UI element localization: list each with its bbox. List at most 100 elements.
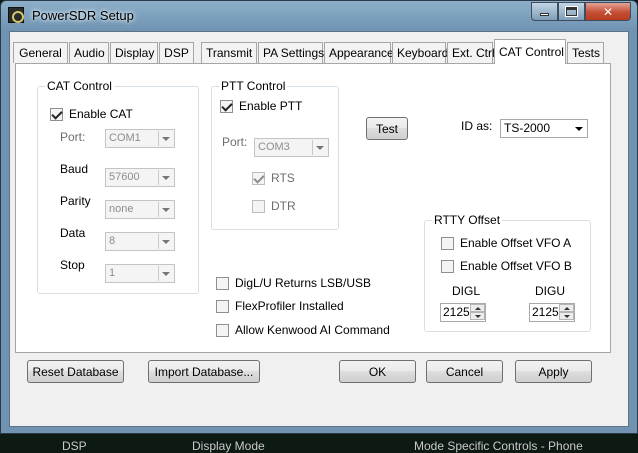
dialog-client-area: General Audio Display DSP Transmit PA Se… xyxy=(9,31,629,427)
tab-audio[interactable]: Audio xyxy=(69,42,109,63)
ptt-port-value: COM3 xyxy=(258,141,290,153)
digu-spinner[interactable]: 2125 xyxy=(529,303,575,322)
flexprofiler-checkbox-box xyxy=(216,299,229,313)
maximize-button[interactable] xyxy=(558,2,585,21)
rtty-offset-group: RTTY Offset Enable Offset VFO A Enable O… xyxy=(424,213,591,332)
digl-label: DIGL xyxy=(452,284,481,298)
ptt-port-select[interactable]: COM3 xyxy=(254,138,329,157)
background-mode-controls-label: Mode Specific Controls - Phone xyxy=(414,439,583,453)
cat-baud-value: 57600 xyxy=(109,171,140,183)
cat-data-chevron-down-icon xyxy=(158,234,173,249)
import-database-button[interactable]: Import Database... xyxy=(148,360,260,383)
digl-value: 2125 xyxy=(443,305,470,319)
powersdr-app-icon xyxy=(8,7,24,23)
tab-keyboard[interactable]: Keyboard xyxy=(392,42,448,63)
cat-port-label: Port: xyxy=(60,130,86,144)
cat-stop-label: Stop xyxy=(60,258,85,272)
digl-up-arrow-icon[interactable] xyxy=(470,304,485,312)
kenwood-ai-checkbox-box xyxy=(216,323,229,337)
dtr-label: DTR xyxy=(271,199,296,213)
minimize-button[interactable] xyxy=(531,2,558,21)
vfo-b-label: Enable Offset VFO B xyxy=(460,259,572,273)
ptt-control-group: PTT Control Enable PTT Port: COM3 RTS DT… xyxy=(211,79,339,230)
id-as-select[interactable]: TS-2000 xyxy=(500,119,588,138)
cat-parity-label: Parity xyxy=(60,194,91,208)
ptt-control-group-title: PTT Control xyxy=(219,79,288,93)
cancel-button[interactable]: Cancel xyxy=(426,360,503,383)
cat-port-select[interactable]: COM1 xyxy=(105,129,175,148)
digl-down-arrow-icon[interactable] xyxy=(470,312,485,320)
cat-stop-select[interactable]: 1 xyxy=(105,264,175,283)
close-icon: ✕ xyxy=(602,4,614,19)
window-title: PowerSDR Setup xyxy=(32,8,134,23)
dtr-checkbox-box xyxy=(252,199,265,213)
test-button[interactable]: Test xyxy=(366,117,408,140)
cat-parity-select[interactable]: none xyxy=(105,200,175,219)
cat-parity-value: none xyxy=(109,203,134,215)
tab-cat-control[interactable]: CAT Control xyxy=(494,39,566,64)
enable-cat-checkmark-icon xyxy=(50,107,63,121)
dtr-checkbox[interactable]: DTR xyxy=(252,199,296,213)
tab-dsp[interactable]: DSP xyxy=(159,42,194,63)
vfo-a-checkbox-box xyxy=(441,236,454,250)
digu-label: DIGU xyxy=(535,284,565,298)
caption-buttons: ✕ xyxy=(531,2,631,22)
cat-stop-chevron-down-icon xyxy=(158,266,173,281)
cat-baud-label: Baud xyxy=(60,162,89,176)
maximize-icon xyxy=(565,6,578,17)
rts-checkmark-icon xyxy=(252,171,265,185)
digu-down-arrow-icon[interactable] xyxy=(559,312,574,320)
tab-ext-ctrl[interactable]: Ext. Ctrl xyxy=(447,42,495,63)
cat-parity-chevron-down-icon xyxy=(158,202,173,217)
ptt-port-chevron-down-icon xyxy=(312,140,327,155)
minimize-icon xyxy=(540,13,549,16)
kenwood-ai-label: Allow Kenwood AI Command xyxy=(235,323,390,337)
tab-tests[interactable]: Tests xyxy=(567,42,604,63)
tab-general[interactable]: General xyxy=(13,42,68,63)
enable-ptt-checkbox[interactable]: Enable PTT xyxy=(220,99,302,113)
tab-pa-settings[interactable]: PA Settings xyxy=(258,42,324,63)
rtty-offset-group-title: RTTY Offset xyxy=(432,213,503,227)
ptt-port-label: Port: xyxy=(222,135,248,149)
id-as-value: TS-2000 xyxy=(504,121,551,135)
cat-baud-chevron-down-icon xyxy=(158,170,173,185)
cat-control-tab-panel: CAT Control Enable CAT Port: COM1 Baud 5… xyxy=(15,63,611,353)
ok-button[interactable]: OK xyxy=(339,360,416,383)
tab-display[interactable]: Display xyxy=(110,42,158,63)
digl-u-returns-label: DigL/U Returns LSB/USB xyxy=(235,276,372,290)
cat-port-chevron-down-icon xyxy=(158,131,173,146)
cat-baud-select[interactable]: 57600 xyxy=(105,168,175,187)
id-as-label: ID as: xyxy=(461,119,493,133)
enable-ptt-checkmark-icon xyxy=(220,99,233,113)
enable-offset-vfo-b-checkbox[interactable]: Enable Offset VFO B xyxy=(441,259,572,273)
cat-control-group: CAT Control Enable CAT Port: COM1 Baud 5… xyxy=(37,79,199,294)
flexprofiler-installed-checkbox[interactable]: FlexProfiler Installed xyxy=(216,299,344,313)
background-display-mode-label: Display Mode xyxy=(192,439,265,453)
tab-appearance[interactable]: Appearance xyxy=(324,42,394,63)
enable-cat-checkbox[interactable]: Enable CAT xyxy=(50,107,133,121)
close-button[interactable]: ✕ xyxy=(585,2,631,21)
allow-kenwood-ai-command-checkbox[interactable]: Allow Kenwood AI Command xyxy=(216,323,390,337)
cat-data-select[interactable]: 8 xyxy=(105,232,175,251)
digl-spinner[interactable]: 2125 xyxy=(440,303,486,322)
flexprofiler-label: FlexProfiler Installed xyxy=(235,299,344,313)
vfo-b-checkbox-box xyxy=(441,259,454,273)
reset-database-button[interactable]: Reset Database xyxy=(27,360,124,383)
cat-data-label: Data xyxy=(60,226,86,240)
tab-transmit[interactable]: Transmit xyxy=(201,42,257,63)
title-bar[interactable]: PowerSDR Setup ✕ xyxy=(1,1,637,31)
digl-u-returns-lsb-usb-checkbox[interactable]: DigL/U Returns LSB/USB xyxy=(216,276,371,290)
id-as-chevron-down-icon xyxy=(571,121,586,136)
cat-control-group-title: CAT Control xyxy=(45,79,114,93)
vfo-a-label: Enable Offset VFO A xyxy=(460,236,572,250)
enable-cat-label: Enable CAT xyxy=(69,107,133,121)
digu-up-arrow-icon[interactable] xyxy=(559,304,574,312)
digl-u-checkbox-box xyxy=(216,276,229,290)
cat-port-value: COM1 xyxy=(109,132,141,144)
enable-offset-vfo-a-checkbox[interactable]: Enable Offset VFO A xyxy=(441,236,571,250)
rts-checkbox[interactable]: RTS xyxy=(252,171,295,185)
digu-value: 2125 xyxy=(532,305,559,319)
apply-button[interactable]: Apply xyxy=(515,360,592,383)
background-dsp-label: DSP xyxy=(62,439,87,453)
enable-ptt-label: Enable PTT xyxy=(239,99,303,113)
